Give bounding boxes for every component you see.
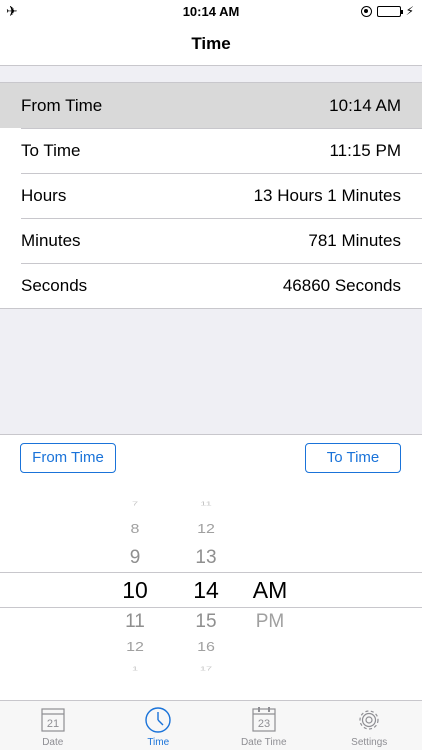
- calendar-icon: 21: [41, 708, 65, 732]
- status-bar: ✈ 10:14 AM ⚡: [0, 0, 422, 22]
- picker-value: 15: [195, 611, 217, 632]
- picker-value: 17: [199, 666, 213, 672]
- row-seconds[interactable]: Seconds 46860 Seconds: [0, 263, 422, 308]
- picker-value: 9: [129, 547, 141, 568]
- picker-value: 7: [131, 501, 139, 507]
- from-time-button[interactable]: From Time: [20, 443, 116, 473]
- row-label: Minutes: [21, 230, 81, 250]
- navigation-bar: Time: [0, 22, 422, 66]
- picker-value: 1: [131, 666, 139, 672]
- time-picker[interactable]: 7 8 9 10 11 12 1 11 12 13 14 15 16 17 AM…: [0, 490, 422, 690]
- row-from-time[interactable]: From Time 10:14 AM: [0, 83, 422, 128]
- status-icons: ⚡: [360, 4, 414, 18]
- picker-selected-hour: 10: [122, 577, 148, 603]
- calendar-datetime-icon: 23: [252, 707, 276, 732]
- picker-selected-minute: 14: [193, 577, 219, 603]
- tab-bar: 21 Date Time 23 Date Time Settings: [0, 700, 422, 750]
- charging-icon: ⚡: [405, 4, 414, 18]
- picker-value: 11: [125, 611, 145, 632]
- hour-wheel[interactable]: 7 8 9 10 11 12 1: [105, 490, 165, 690]
- row-label: Seconds: [21, 275, 88, 295]
- picker-value: 11: [200, 501, 212, 507]
- calendar-day: 21: [47, 718, 59, 730]
- row-value: 13 Hours 1 Minutes: [253, 185, 401, 205]
- orientation-lock-icon: [360, 5, 372, 17]
- row-value: 10:14 AM: [329, 95, 401, 115]
- minute-wheel[interactable]: 11 12 13 14 15 16 17: [176, 490, 236, 690]
- battery-icon: [376, 5, 403, 17]
- results-table: From Time 10:14 AM To Time 11:15 PM Hour…: [0, 82, 422, 309]
- status-time: 10:14 AM: [182, 4, 240, 19]
- tab-label: Date Time: [240, 737, 287, 748]
- calendar-day: 23: [258, 718, 270, 730]
- row-value: 781 Minutes: [308, 230, 401, 250]
- row-minutes[interactable]: Minutes 781 Minutes: [0, 218, 422, 263]
- row-value: 46860 Seconds: [282, 275, 401, 295]
- picker-value: 12: [126, 640, 144, 655]
- picker-value: PM: [255, 611, 285, 632]
- tab-label: Date: [42, 737, 64, 748]
- row-to-time[interactable]: To Time 11:15 PM: [0, 128, 422, 173]
- row-value: 11:15 PM: [329, 140, 401, 160]
- gear-icon: [359, 710, 379, 730]
- tab-time[interactable]: Time: [106, 701, 212, 750]
- ampm-wheel[interactable]: AM PM: [240, 490, 300, 690]
- to-time-button[interactable]: To Time: [305, 443, 401, 473]
- tab-date-time[interactable]: 23 Date Time: [211, 701, 317, 750]
- tab-label: Settings: [351, 737, 388, 748]
- row-label: Hours: [21, 185, 67, 205]
- tab-settings[interactable]: Settings: [317, 701, 422, 750]
- page-title: Time: [191, 34, 231, 53]
- clock-icon: [145, 707, 171, 733]
- picker-value: 13: [195, 547, 217, 568]
- picker-value: 8: [130, 522, 140, 537]
- row-label: From Time: [21, 95, 103, 115]
- row-hours[interactable]: Hours 13 Hours 1 Minutes: [0, 173, 422, 218]
- picker-value: 16: [197, 640, 215, 655]
- row-label: To Time: [21, 140, 81, 160]
- picker-selected-ampm: AM: [252, 577, 288, 603]
- tab-label: Time: [147, 737, 170, 748]
- picker-value: 12: [197, 522, 215, 537]
- tab-date[interactable]: 21 Date: [0, 701, 106, 750]
